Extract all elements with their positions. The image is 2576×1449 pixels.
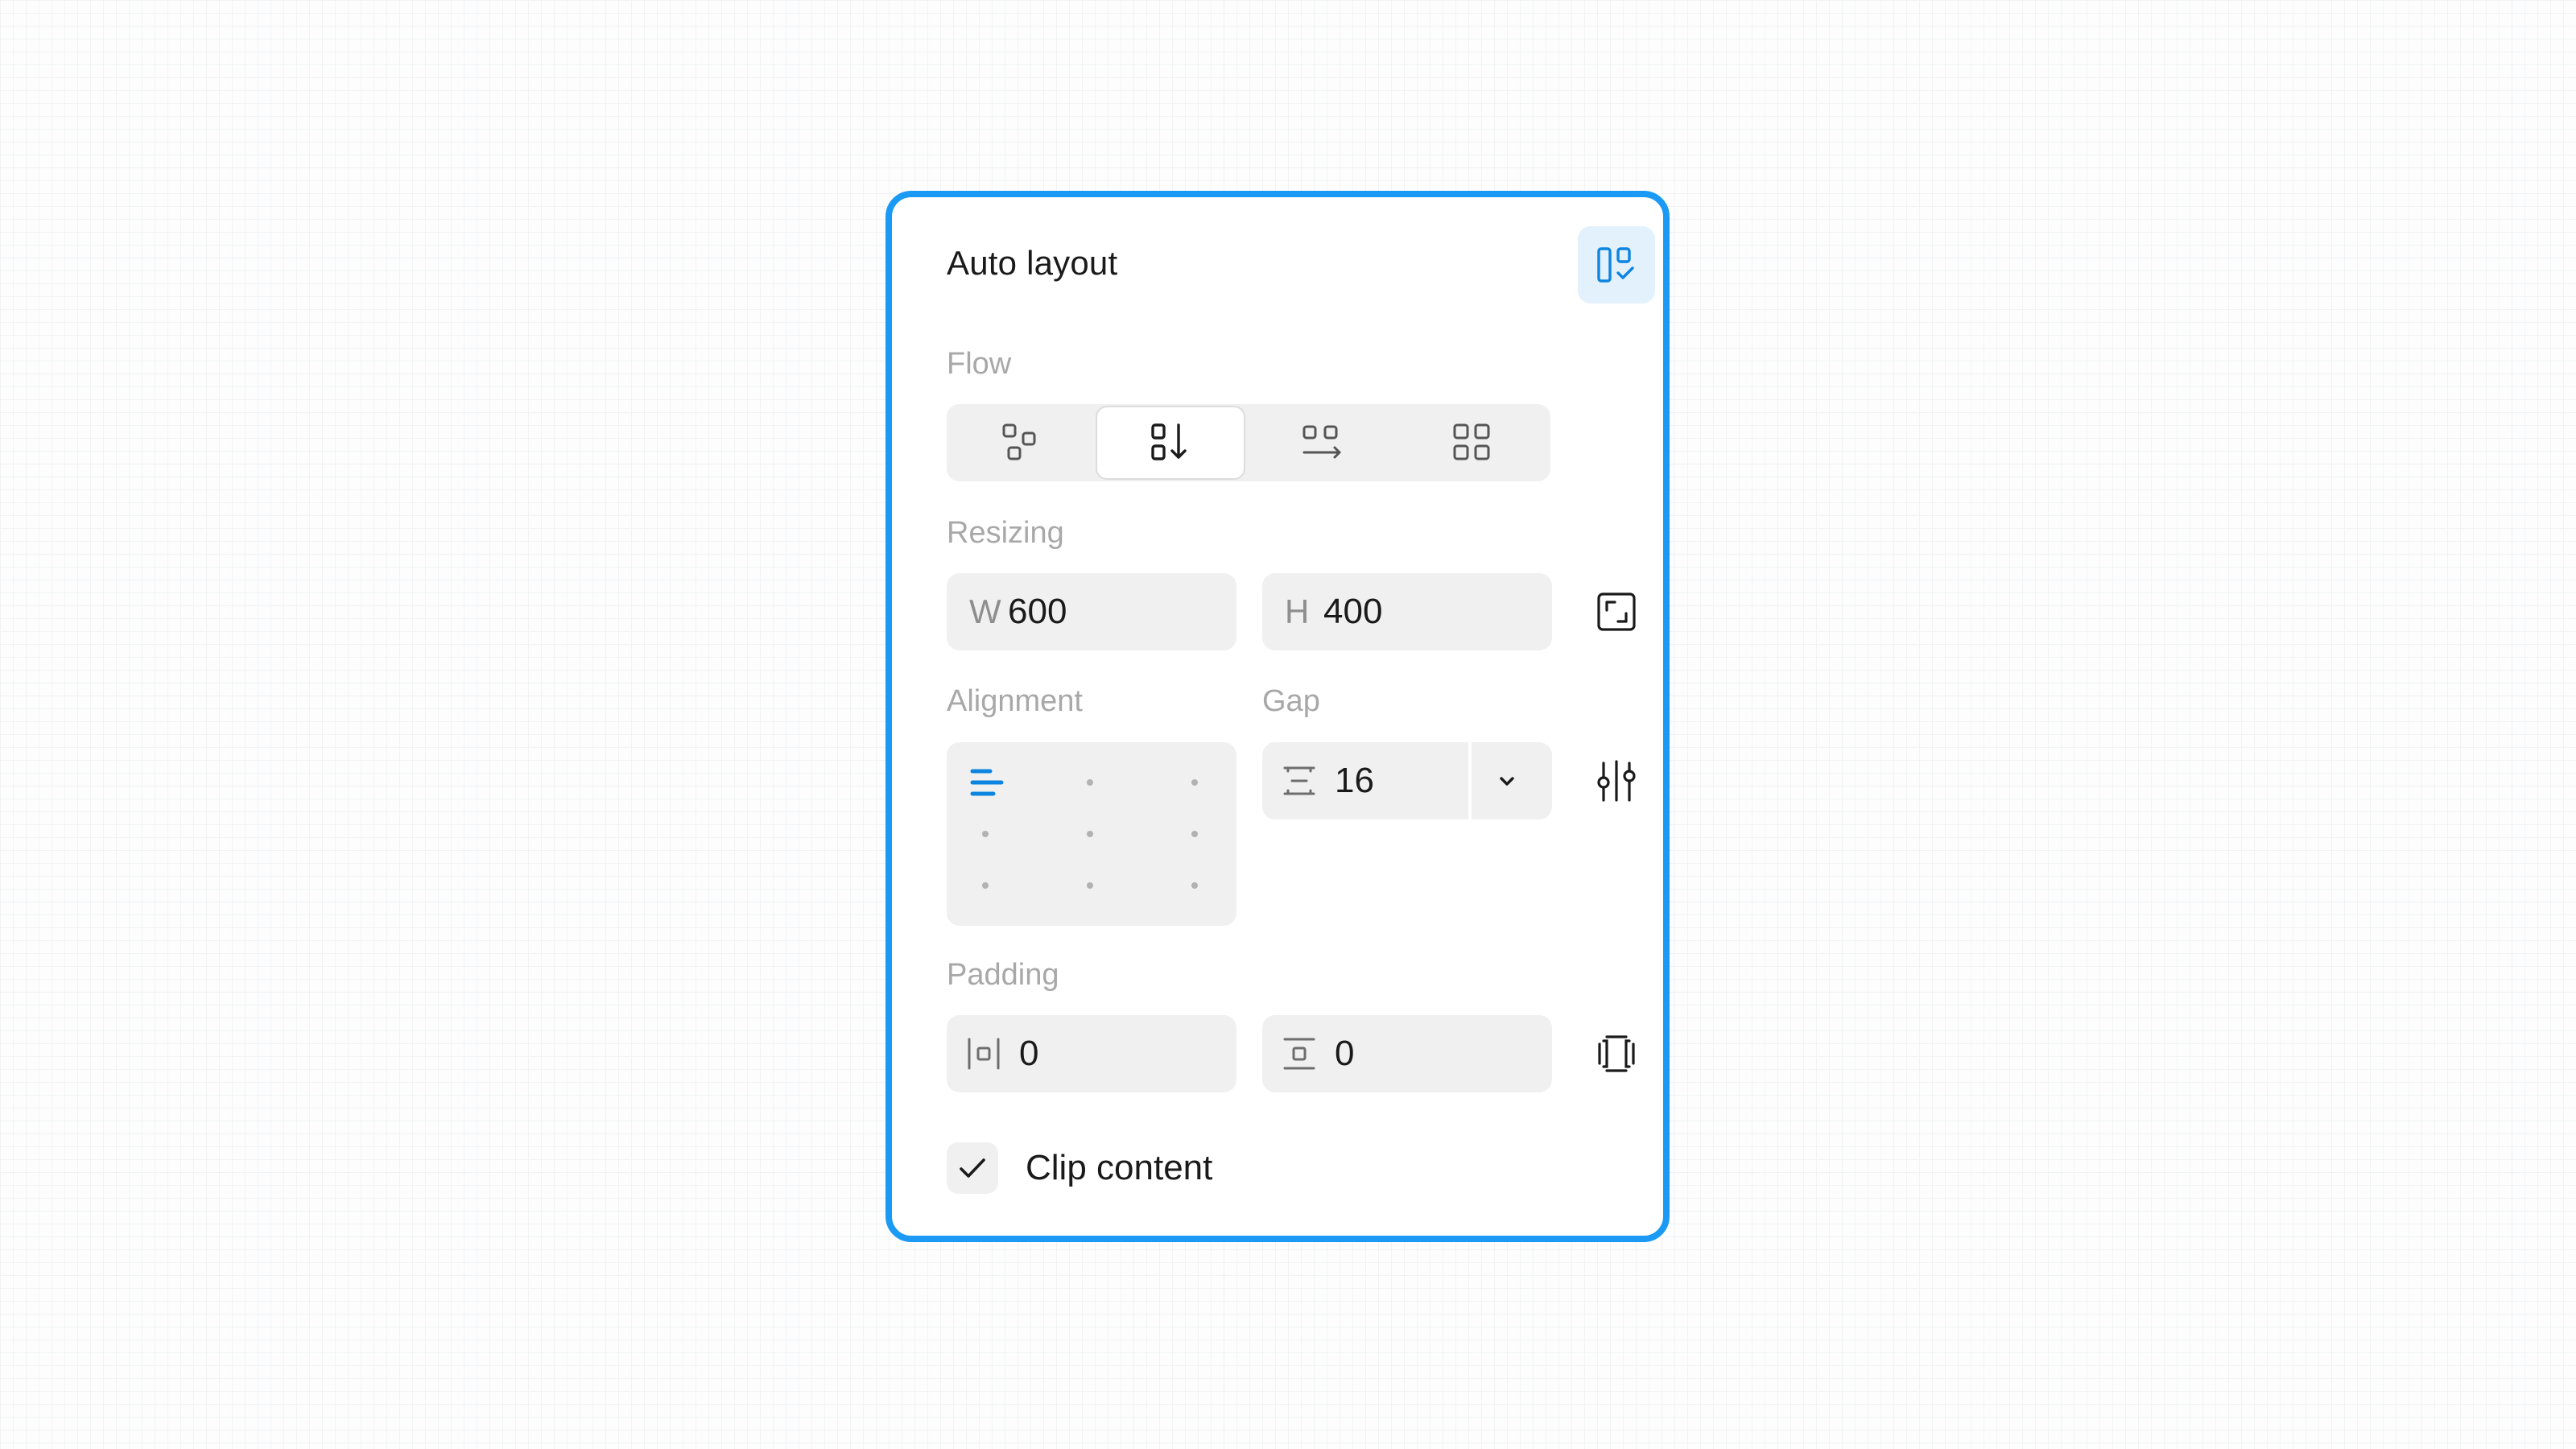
resize-to-fit-icon bbox=[1596, 591, 1637, 633]
padding-label: Padding bbox=[947, 958, 1059, 992]
flow-grid-icon bbox=[1451, 422, 1493, 464]
advanced-settings-button[interactable] bbox=[1591, 755, 1642, 807]
vertical-padding-icon bbox=[1280, 1034, 1319, 1073]
height-value[interactable]: 400 bbox=[1323, 592, 1382, 632]
vertical-padding-field[interactable]: 0 bbox=[1262, 1015, 1552, 1092]
flow-option-grid[interactable] bbox=[1397, 404, 1546, 481]
align-bottom-center-dot[interactable] bbox=[1087, 882, 1093, 889]
align-top-left-icon[interactable] bbox=[969, 765, 1005, 800]
width-prefix: W bbox=[969, 592, 1001, 630]
gap-value[interactable]: 16 bbox=[1335, 761, 1374, 801]
layout-suggest-button[interactable] bbox=[1578, 226, 1655, 303]
height-prefix: H bbox=[1285, 592, 1310, 630]
individual-padding-icon bbox=[1596, 1033, 1637, 1075]
width-field[interactable]: W 600 bbox=[947, 573, 1236, 650]
resize-to-fit-button[interactable] bbox=[1591, 586, 1642, 638]
align-middle-left-dot[interactable] bbox=[982, 831, 989, 837]
align-bottom-right-dot[interactable] bbox=[1191, 882, 1198, 889]
alignment-label: Alignment bbox=[947, 684, 1083, 718]
gap-field[interactable]: 16 bbox=[1262, 742, 1552, 819]
flow-segmented-control bbox=[947, 404, 1550, 481]
flow-vertical-icon bbox=[1150, 422, 1191, 464]
flow-freeform-icon bbox=[1001, 422, 1042, 464]
resizing-label: Resizing bbox=[947, 516, 1064, 550]
align-middle-right-dot[interactable] bbox=[1191, 831, 1198, 837]
chevron-down-icon[interactable] bbox=[1494, 768, 1520, 794]
align-bottom-left-dot[interactable] bbox=[982, 882, 989, 889]
auto-layout-panel: Auto layout Flow Resizing W 600 H 400 Al… bbox=[886, 191, 1670, 1242]
flow-option-vertical[interactable] bbox=[1096, 406, 1245, 480]
flow-option-freeform[interactable] bbox=[947, 404, 1096, 481]
gap-divider bbox=[1468, 742, 1472, 819]
checkmark-icon bbox=[956, 1152, 989, 1184]
horizontal-padding-field[interactable]: 0 bbox=[947, 1015, 1236, 1092]
clip-content-checkbox[interactable] bbox=[947, 1142, 998, 1194]
vertical-padding-value[interactable]: 0 bbox=[1335, 1034, 1354, 1074]
individual-padding-button[interactable] bbox=[1591, 1028, 1642, 1080]
layout-suggest-icon bbox=[1596, 244, 1637, 286]
align-middle-center-dot[interactable] bbox=[1087, 831, 1093, 837]
horizontal-padding-value[interactable]: 0 bbox=[1019, 1034, 1038, 1074]
height-field[interactable]: H 400 bbox=[1262, 573, 1552, 650]
horizontal-padding-icon bbox=[964, 1034, 1003, 1073]
flow-label: Flow bbox=[947, 347, 1012, 381]
vertical-gap-icon bbox=[1280, 762, 1319, 800]
clip-content-label[interactable]: Clip content bbox=[1026, 1148, 1212, 1188]
align-top-center-dot[interactable] bbox=[1087, 779, 1093, 786]
width-value[interactable]: 600 bbox=[1008, 592, 1067, 632]
flow-horizontal-icon bbox=[1301, 422, 1346, 464]
align-top-right-dot[interactable] bbox=[1191, 779, 1198, 786]
panel-title: Auto layout bbox=[947, 244, 1118, 282]
advanced-settings-icon bbox=[1594, 758, 1639, 803]
flow-option-horizontal[interactable] bbox=[1249, 404, 1397, 481]
alignment-grid[interactable] bbox=[947, 742, 1236, 926]
gap-label: Gap bbox=[1262, 684, 1320, 718]
